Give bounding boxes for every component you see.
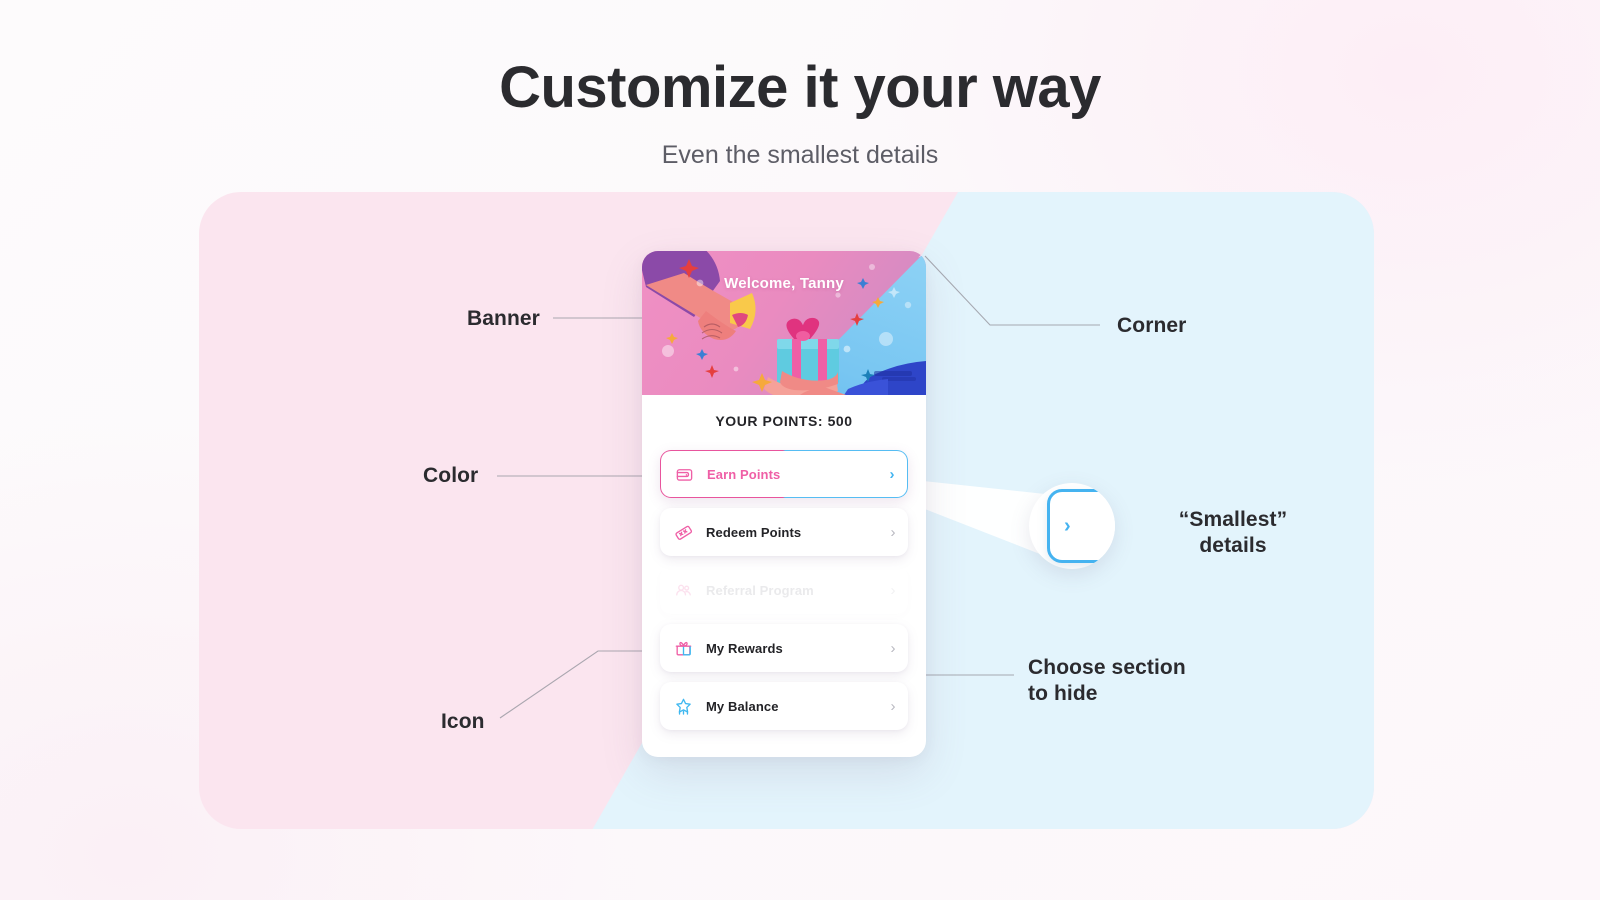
- annotation-choose-section: Choose section to hide: [1028, 655, 1186, 706]
- menu-item-label: My Rewards: [706, 640, 783, 656]
- page-title: Customize it your way: [499, 55, 1101, 120]
- ticket-icon: [660, 523, 706, 542]
- menu-item-label: Earn Points: [707, 466, 781, 482]
- annotation-smallest-line2: details: [1199, 533, 1267, 557]
- annotation-icon: Icon: [441, 710, 485, 733]
- menu-item-my-rewards[interactable]: My Rewards ›: [660, 624, 908, 672]
- menu-item-label: Redeem Points: [706, 524, 802, 540]
- menu-item-label: My Balance: [706, 698, 779, 714]
- menu-item-my-balance[interactable]: My Balance ›: [660, 682, 908, 730]
- annotation-smallest-details: “Smallest” details: [1133, 507, 1333, 558]
- magnifier-zoom-circle: ›: [1029, 483, 1115, 569]
- wallet-icon: [661, 465, 707, 484]
- page-subtitle: Even the smallest details: [661, 140, 939, 169]
- menu-item-earn-points[interactable]: Earn Points ›: [660, 450, 908, 498]
- annotation-choose-line1: Choose section: [1028, 656, 1186, 679]
- points-label: YOUR POINTS: 500: [715, 413, 853, 429]
- page-header: Customize it your way Even the smallest …: [0, 0, 1600, 170]
- magnified-corner-detail: ›: [1047, 489, 1115, 563]
- chevron-right-icon: ›: [889, 465, 895, 483]
- chevron-right-icon: ›: [890, 523, 896, 541]
- users-icon: [660, 581, 706, 600]
- loyalty-widget-card: Welcome, Tanny YOUR POINTS: 500 Earn Poi…: [642, 251, 926, 757]
- menu-item-redeem-points[interactable]: Redeem Points ›: [660, 508, 908, 556]
- chevron-right-icon: ›: [890, 639, 896, 657]
- menu-item-label: Referral Program: [706, 582, 814, 598]
- chevron-right-icon: ›: [890, 581, 896, 599]
- annotation-banner: Banner: [467, 307, 540, 330]
- annotation-smallest-line1: “Smallest”: [1178, 508, 1288, 531]
- menu-item-referral-program[interactable]: Referral Program ›: [660, 566, 908, 614]
- annotation-choose-line2: to hide: [1028, 681, 1098, 705]
- annotation-color: Color: [423, 464, 479, 487]
- banner-welcome-text: Welcome, Tanny: [724, 275, 844, 292]
- star-badge-icon: [660, 697, 706, 716]
- annotation-corner: Corner: [1117, 314, 1187, 337]
- gift-icon: [660, 639, 706, 658]
- chevron-right-icon: ›: [1064, 515, 1071, 537]
- card-menu-list: Earn Points › Redeem Points › Referral P…: [660, 450, 908, 740]
- card-banner: Welcome, Tanny: [642, 251, 926, 395]
- chevron-right-icon: ›: [890, 697, 896, 715]
